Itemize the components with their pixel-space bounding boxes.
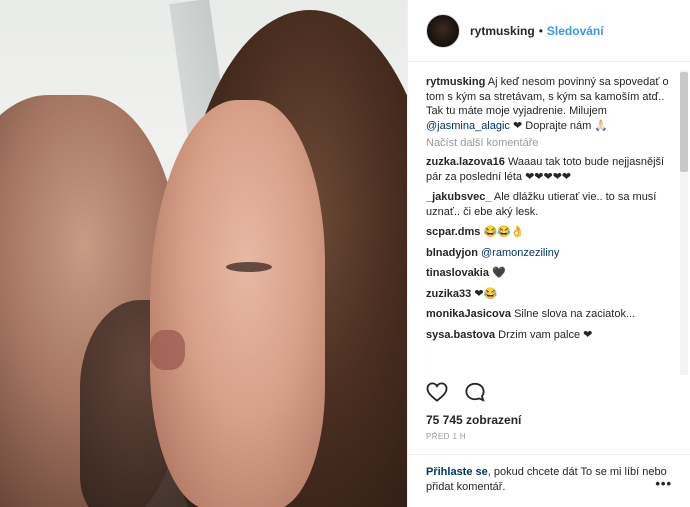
header-separator: •: [538, 23, 543, 38]
comment-item: blnadyjon @ramonzeziliny: [426, 246, 673, 261]
comment-item: zuzka.lazova16 Waaau tak toto bude nejja…: [426, 155, 673, 184]
comment-item: sysa.bastova Drzim vam palce ❤: [426, 328, 673, 343]
comment-username[interactable]: scpar.dms: [426, 226, 480, 238]
comment-item: scpar.dms 😂😂👌: [426, 225, 673, 240]
caption-username[interactable]: rytmusking: [426, 76, 485, 88]
heart-icon[interactable]: [426, 382, 448, 405]
comment-username[interactable]: blnadyjon: [426, 247, 478, 259]
comments-list: rytmusking Aj keď nesom povinný sa spove…: [408, 63, 690, 377]
comment-icon[interactable]: [464, 382, 486, 405]
views-count: 75 745 zobrazení: [426, 413, 522, 427]
comment-text: 🖤: [492, 267, 506, 279]
comment-username[interactable]: monikaJasicova: [426, 308, 511, 320]
comment-item: _jakubsvec_ Ale dlážku utierať vie.. to …: [426, 190, 673, 219]
header-username[interactable]: rytmusking: [470, 24, 535, 38]
comment-text: 😂😂👌: [483, 226, 525, 238]
comment-item: tinaslovakia 🖤: [426, 266, 673, 281]
caption-text-2: ❤ Doprajte nám 🙏🏻: [509, 119, 609, 132]
comment-username[interactable]: tinaslovakia: [426, 267, 489, 279]
avatar[interactable]: [426, 13, 460, 48]
login-link[interactable]: Přihlaste se: [426, 466, 488, 478]
caption-mention[interactable]: @jasmina_alagic: [426, 120, 510, 132]
post-timestamp[interactable]: PŘED 1 H: [426, 432, 466, 441]
post-side-panel: rytmusking • Sledování rytmusking Aj keď…: [407, 0, 690, 507]
load-more-comments-button[interactable]: Načíst další komentáře: [426, 137, 673, 149]
comment-username[interactable]: sysa.bastova: [426, 329, 495, 341]
instagram-post: rytmusking • Sledování rytmusking Aj keď…: [0, 0, 690, 507]
post-photo[interactable]: [0, 0, 407, 507]
login-prompt: Přihlaste se, pokud chcete dát To se mi …: [408, 454, 690, 505]
post-actions: [426, 382, 486, 405]
comment-item: zuzika33 ❤😂: [426, 287, 673, 302]
comment-username[interactable]: zuzika33: [426, 288, 471, 300]
post-caption: rytmusking Aj keď nesom povinný sa spove…: [426, 75, 673, 133]
comment-username[interactable]: _jakubsvec_: [426, 191, 491, 203]
comment-username[interactable]: zuzka.lazova16: [426, 156, 505, 168]
comment-text: Drzim vam palce ❤: [498, 328, 593, 341]
comment-text: Silne slova na zaciatok...: [514, 308, 636, 320]
more-options-icon[interactable]: •••: [655, 476, 672, 491]
photo-woman: [150, 100, 325, 507]
post-header: rytmusking • Sledování: [408, 0, 690, 62]
comment-mention[interactable]: @ramonzeziliny: [481, 247, 559, 259]
photo-eye: [226, 262, 272, 272]
follow-button[interactable]: Sledování: [547, 24, 604, 38]
comment-text: ❤😂: [474, 287, 498, 300]
comment-item: monikaJasicova Silne slova na zaciatok..…: [426, 307, 673, 322]
photo-lips: [150, 330, 185, 370]
comments-scrollbar-thumb[interactable]: [680, 72, 688, 172]
